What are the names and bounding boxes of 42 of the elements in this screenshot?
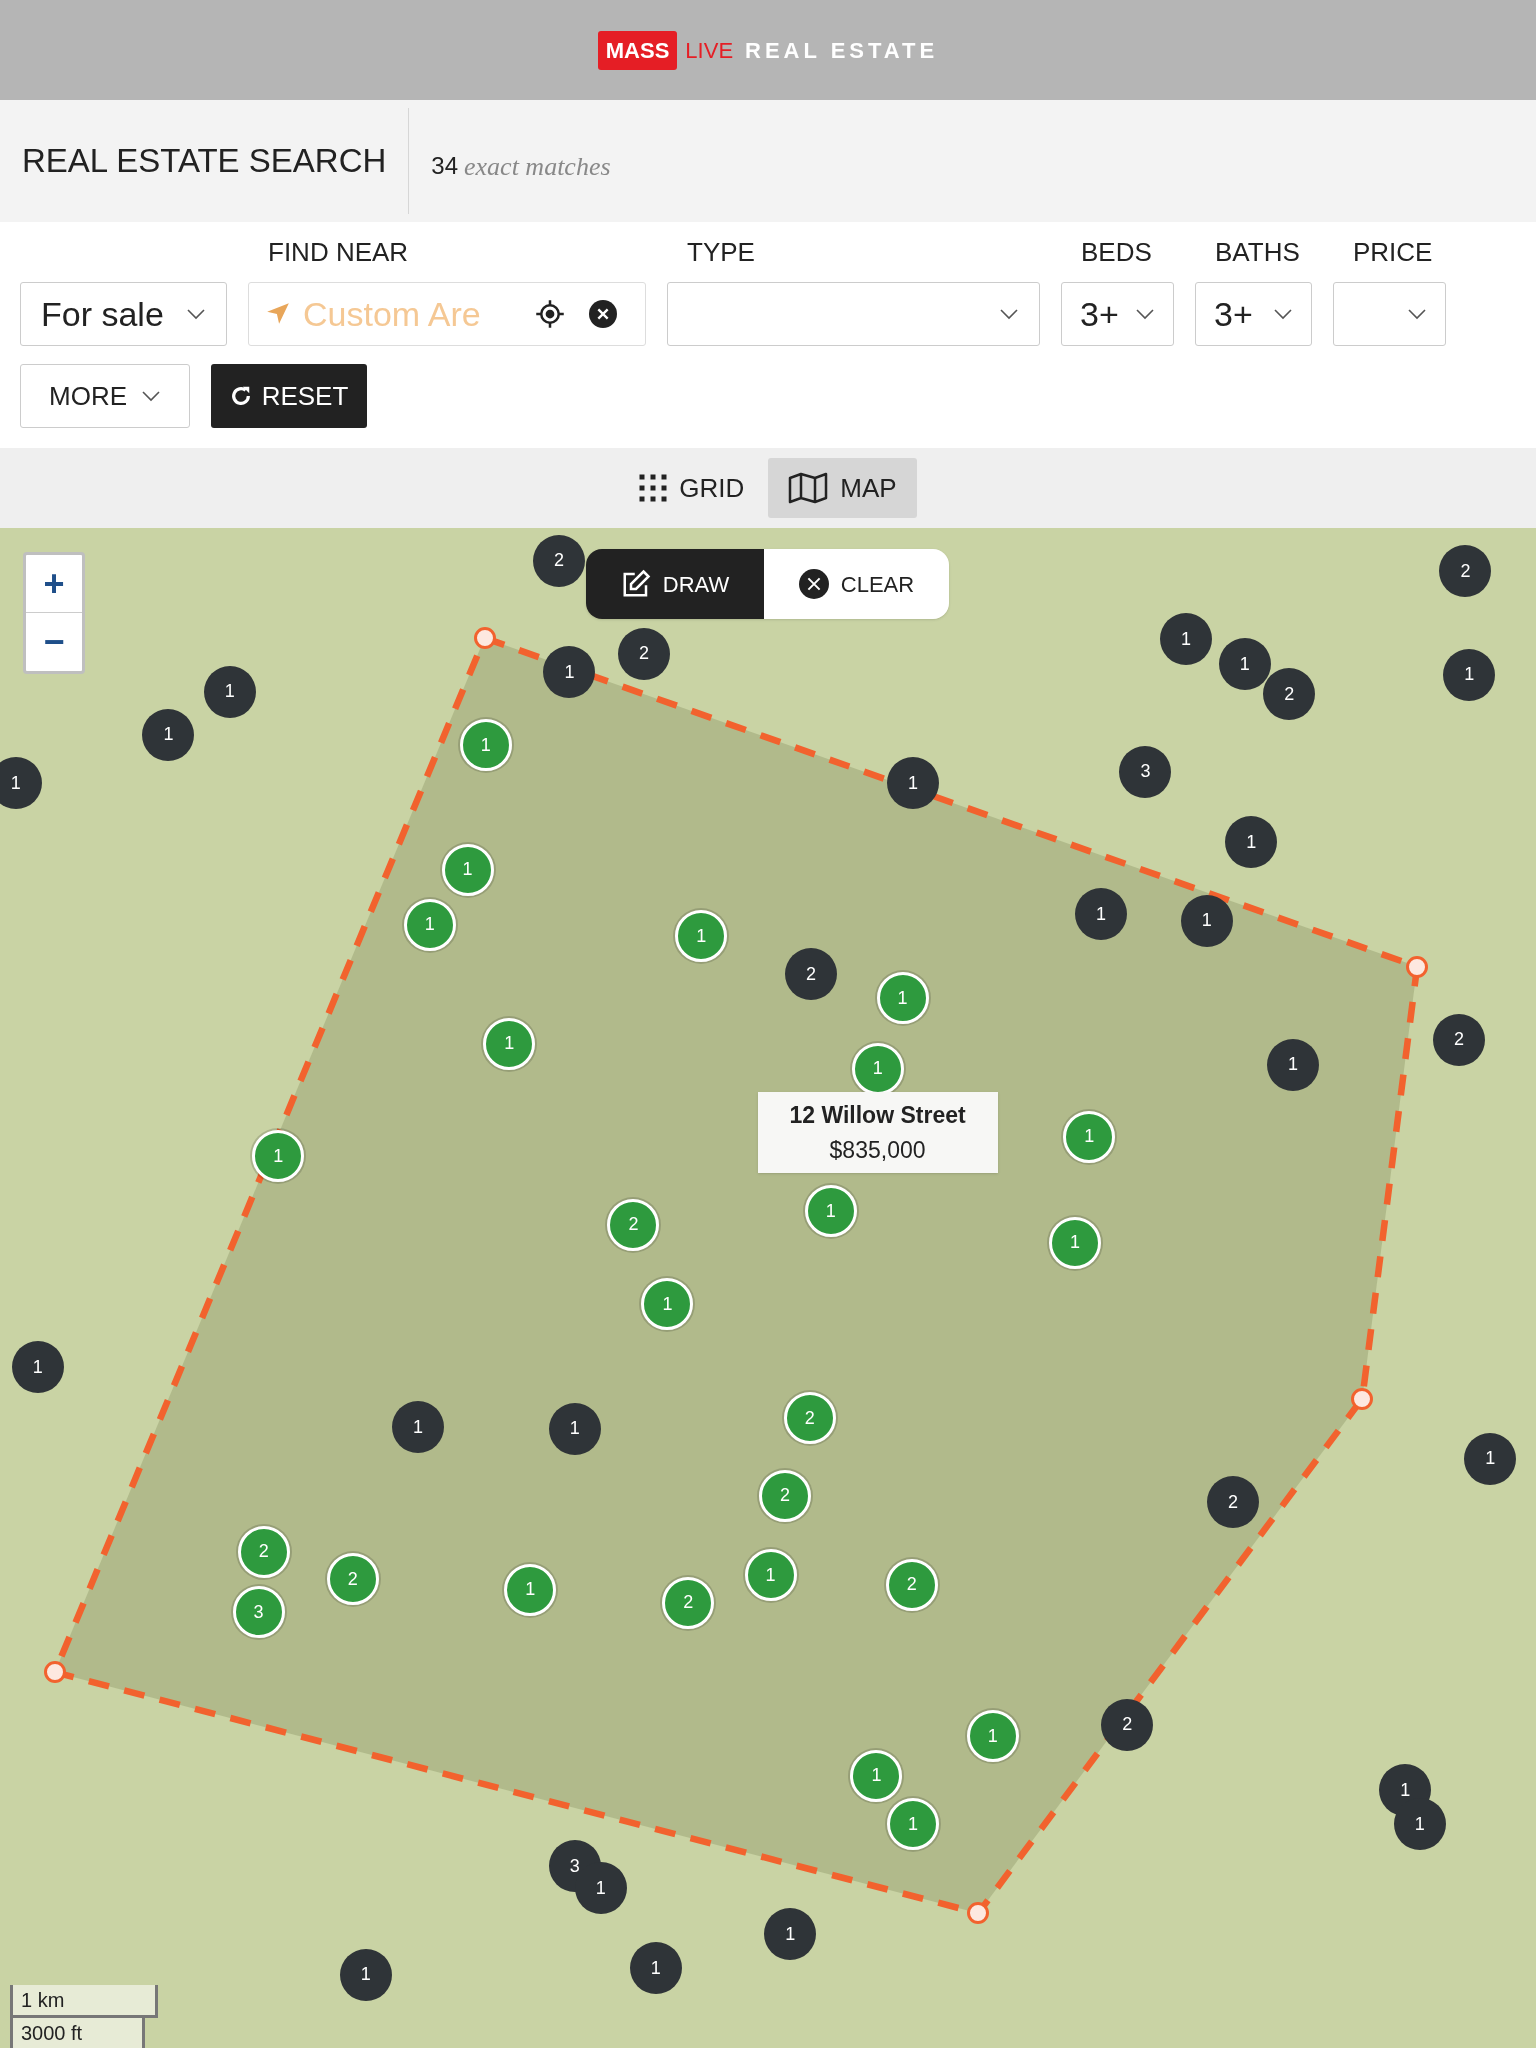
scale-bar: 1 km xyxy=(10,1985,158,2018)
scale-bar: 3000 ft xyxy=(10,2018,145,2048)
logo-badge: MASS xyxy=(597,30,678,70)
more-button[interactable]: MORE xyxy=(20,364,190,428)
popup-address: 12 Willow Street xyxy=(789,1101,966,1131)
baths-select[interactable]: 3+ xyxy=(1195,282,1312,346)
listing-type-select[interactable]: For sale xyxy=(20,282,227,346)
page-title: REAL ESTATE SEARCH xyxy=(22,141,387,182)
filter-label: FIND NEAR xyxy=(267,236,410,269)
chevron-down-icon xyxy=(1135,308,1155,320)
reset-button[interactable]: RESET xyxy=(211,364,367,428)
filter-label: BEDS xyxy=(1080,236,1153,269)
close-icon xyxy=(798,569,829,599)
location-input[interactable]: Custom Are xyxy=(303,288,523,340)
grid-icon xyxy=(639,474,668,502)
filter-label: TYPE xyxy=(686,236,756,269)
chevron-down-icon xyxy=(1407,308,1427,320)
view-tab[interactable]: GRID xyxy=(619,458,765,518)
refresh-icon xyxy=(229,385,252,407)
chevron-down-icon xyxy=(186,308,206,320)
logo-text: REAL ESTATE xyxy=(745,36,939,65)
popup-price: $835,000 xyxy=(829,1135,926,1165)
filter-label: PRICE xyxy=(1352,236,1434,269)
location-field[interactable]: Custom Are xyxy=(248,282,646,346)
logo-accent: LIVE xyxy=(685,36,734,65)
draw-button[interactable]: DRAW xyxy=(586,549,764,619)
chevron-down-icon xyxy=(999,308,1019,320)
chevron-down-icon xyxy=(141,390,161,402)
view-tab[interactable]: MAP xyxy=(768,458,917,518)
type-select[interactable] xyxy=(667,282,1040,346)
match-label: exact matches xyxy=(464,150,611,183)
clear-icon[interactable] xyxy=(589,300,617,328)
filter-label: BATHS xyxy=(1214,236,1301,269)
zoom-out-button[interactable]: − xyxy=(26,613,82,671)
locate-icon[interactable] xyxy=(535,299,565,329)
clear-button[interactable]: CLEAR xyxy=(764,549,949,619)
price-select[interactable] xyxy=(1333,282,1446,346)
match-count: 34 xyxy=(431,151,458,181)
map-icon xyxy=(788,472,829,504)
beds-select[interactable]: 3+ xyxy=(1061,282,1174,346)
zoom-in-button[interactable]: + xyxy=(26,555,82,613)
chevron-down-icon xyxy=(1273,308,1293,320)
